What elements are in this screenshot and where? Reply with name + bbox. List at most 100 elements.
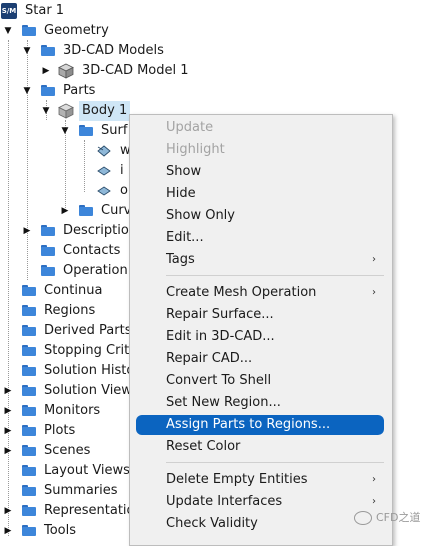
- menu-item-create-mesh-operation[interactable]: Create Mesh Operation ›: [136, 283, 384, 303]
- folder-icon: [22, 505, 36, 516]
- tree-item-label: Representatio: [44, 503, 135, 518]
- folder-icon: [41, 45, 55, 56]
- tree-item-geometry[interactable]: ▼ Geometry: [0, 21, 200, 41]
- wechat-icon: [354, 511, 372, 525]
- menu-item-show[interactable]: Show: [136, 162, 384, 182]
- tree-item-label: 3D-CAD Model 1: [82, 63, 189, 78]
- tree-item-surface[interactable]: w: [0, 141, 131, 161]
- menu-item-label: Tags: [166, 252, 195, 267]
- expand-arrow-icon[interactable]: ▶: [60, 201, 70, 221]
- folder-icon: [22, 385, 36, 396]
- folder-icon: [41, 265, 55, 276]
- watermark-label: CFD之道: [376, 511, 421, 524]
- cad-model-icon: [58, 63, 74, 79]
- tree-item-operations[interactable]: Operation: [0, 261, 130, 281]
- tree-item-surface[interactable]: o: [0, 181, 130, 201]
- menu-item-check-validity[interactable]: Check Validity: [136, 514, 384, 534]
- folder-icon: [41, 225, 55, 236]
- part-surface-icon: [97, 166, 111, 176]
- tree-item-label: Scenes: [44, 443, 91, 458]
- collapse-arrow-icon[interactable]: ▼: [41, 101, 51, 121]
- collapse-arrow-icon[interactable]: ▼: [60, 121, 70, 141]
- watermark: CFD之道: [354, 508, 434, 528]
- expand-arrow-icon[interactable]: ▶: [3, 401, 13, 421]
- expand-arrow-icon[interactable]: ▶: [41, 61, 51, 81]
- tree-item-label: Solution Histo: [44, 363, 135, 378]
- expand-arrow-icon[interactable]: ▶: [3, 441, 13, 461]
- menu-item-repair-surface[interactable]: Repair Surface...: [136, 305, 384, 325]
- menu-item-highlight[interactable]: Highlight: [136, 140, 384, 160]
- tree-item-label: o: [120, 183, 128, 198]
- tree-item-curves[interactable]: ▶ Curv: [0, 201, 132, 221]
- tree-item-continua[interactable]: Continua: [0, 281, 130, 301]
- menu-item-update[interactable]: Update: [136, 118, 384, 138]
- tree-item-label: Star 1: [25, 3, 65, 18]
- collapse-arrow-icon[interactable]: ▼: [22, 81, 32, 101]
- tree-item-label: Geometry: [44, 23, 109, 38]
- tree-item-label: Curv: [101, 203, 132, 218]
- menu-item-set-new-region[interactable]: Set New Region...: [136, 393, 384, 413]
- menu-item-tags[interactable]: Tags ›: [136, 250, 384, 270]
- folder-icon: [22, 445, 36, 456]
- menu-item-convert-to-shell[interactable]: Convert To Shell: [136, 371, 384, 391]
- expand-arrow-icon[interactable]: ▶: [3, 521, 13, 541]
- folder-icon: [22, 465, 36, 476]
- tree-item-representations[interactable]: ▶ Representatio: [0, 501, 135, 521]
- menu-item-label: Delete Empty Entities: [166, 472, 308, 487]
- submenu-arrow-icon: ›: [372, 474, 376, 485]
- folder-icon: [22, 365, 36, 376]
- tree-item-3d-cad-models[interactable]: ▼ 3D-CAD Models: [0, 41, 200, 61]
- tree-item-stopping-criteria[interactable]: Stopping Crit: [0, 341, 130, 361]
- tree-item-surfaces[interactable]: ▼ Surf: [0, 121, 130, 141]
- expand-arrow-icon[interactable]: ▶: [3, 381, 13, 401]
- menu-item-delete-empty-entities[interactable]: Delete Empty Entities ›: [136, 470, 384, 490]
- menu-item-show-only[interactable]: Show Only: [136, 206, 384, 226]
- collapse-arrow-icon[interactable]: ▼: [22, 41, 32, 61]
- tree-item-parts[interactable]: ▼ Parts: [0, 81, 200, 101]
- tree-item-surface[interactable]: i: [0, 161, 130, 181]
- menu-separator: [166, 275, 384, 276]
- folder-icon: [22, 345, 36, 356]
- tree-item-scenes[interactable]: ▶ Scenes: [0, 441, 130, 461]
- menu-item-assign-parts-to-regions[interactable]: Assign Parts to Regions...: [136, 415, 384, 435]
- menu-item-reset-color[interactable]: Reset Color: [136, 437, 384, 457]
- tree-item-label: Tools: [44, 523, 77, 538]
- tree-item-derived-parts[interactable]: Derived Parts: [0, 321, 130, 341]
- part-body-icon: [58, 103, 74, 119]
- expand-arrow-icon[interactable]: ▶: [22, 221, 32, 241]
- folder-icon: [41, 85, 55, 96]
- expand-arrow-icon[interactable]: ▶: [3, 501, 13, 521]
- tree-item-contacts[interactable]: Contacts: [0, 241, 130, 261]
- tree-item-regions[interactable]: Regions: [0, 301, 130, 321]
- menu-item-edit-in-3d-cad[interactable]: Edit in 3D-CAD...: [136, 327, 384, 347]
- tree-item-label: Layout Views: [44, 463, 130, 478]
- tree-item-label: i: [120, 163, 124, 178]
- tree-item-monitors[interactable]: ▶ Monitors: [0, 401, 130, 421]
- tree-item-root[interactable]: S/M Star 1: [0, 1, 200, 21]
- tree-item-layout-views[interactable]: Layout Views: [0, 461, 130, 481]
- tree-item-label: Parts: [63, 83, 96, 98]
- tree-item-label: Descriptio: [63, 223, 129, 238]
- tree-item-solution-views[interactable]: ▶ Solution View: [0, 381, 132, 401]
- folder-icon: [22, 285, 36, 296]
- submenu-arrow-icon: ›: [372, 254, 376, 265]
- menu-item-edit[interactable]: Edit...: [136, 228, 384, 248]
- tree-item-descriptions[interactable]: ▶ Descriptio: [0, 221, 130, 241]
- app-logo-icon: S/M: [1, 3, 17, 19]
- menu-item-update-interfaces[interactable]: Update Interfaces ›: [136, 492, 384, 512]
- tree-item-label: Surf: [101, 123, 128, 138]
- menu-item-repair-cad[interactable]: Repair CAD...: [136, 349, 384, 369]
- tree-item-label: Continua: [44, 283, 103, 298]
- menu-item-hide[interactable]: Hide: [136, 184, 384, 204]
- collapse-arrow-icon[interactable]: ▼: [3, 21, 13, 41]
- expand-arrow-icon[interactable]: ▶: [3, 421, 13, 441]
- tree-item-tools[interactable]: ▶ Tools: [0, 521, 130, 541]
- tree-item-3d-cad-model-1[interactable]: ▶ 3D-CAD Model 1: [0, 61, 220, 81]
- tree-item-label: Plots: [44, 423, 76, 438]
- tree-item-plots[interactable]: ▶ Plots: [0, 421, 130, 441]
- tree-item-summaries[interactable]: Summaries: [0, 481, 130, 501]
- context-menu: Update Highlight Show Hide Show Only Edi…: [129, 114, 393, 546]
- tree-item-solution-histories[interactable]: Solution Histo: [0, 361, 134, 381]
- folder-icon: [79, 205, 93, 216]
- tree-item-label: Regions: [44, 303, 96, 318]
